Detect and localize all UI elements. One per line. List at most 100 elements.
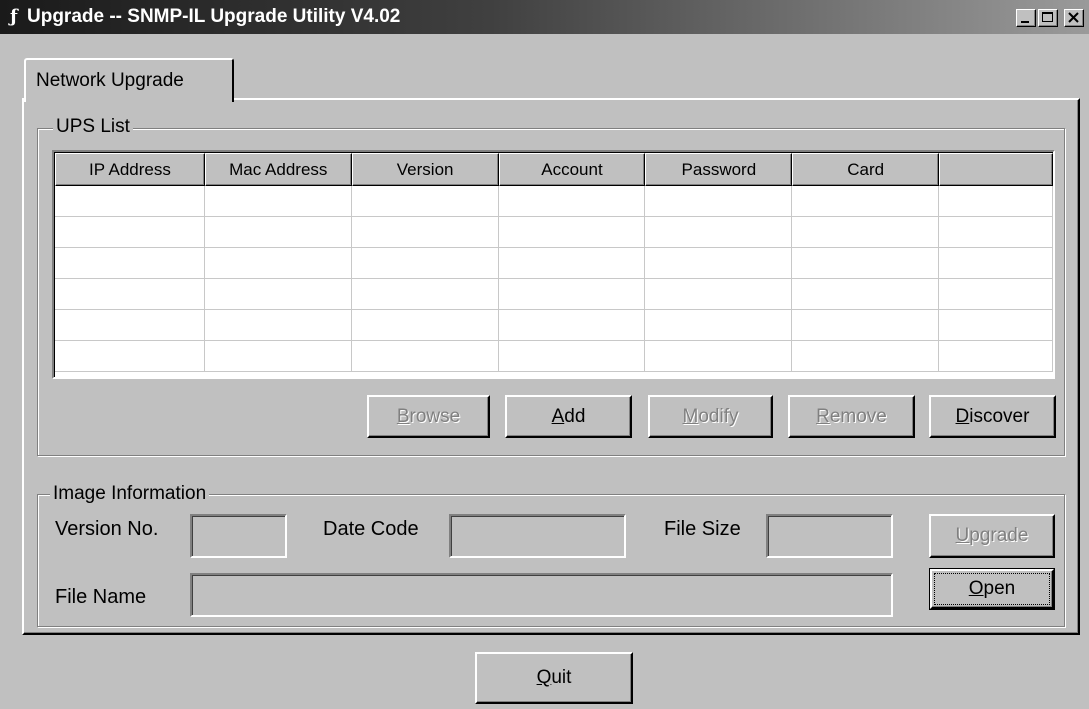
table-row[interactable]	[55, 217, 1053, 248]
table-cell	[204, 217, 352, 248]
window-title: Upgrade -- SNMP-IL Upgrade Utility V4.02	[27, 6, 401, 27]
discover-button[interactable]: Discover	[929, 395, 1056, 438]
table-cell	[645, 186, 793, 217]
table-cell	[645, 341, 793, 372]
table-cell	[939, 186, 1053, 217]
column-header-extra[interactable]	[939, 153, 1053, 186]
button-mnemonic: M	[682, 405, 699, 427]
table-cell	[351, 279, 499, 310]
table-cell	[498, 186, 646, 217]
table-cell	[792, 186, 940, 217]
close-icon[interactable]	[1064, 9, 1084, 27]
button-label: dd	[564, 405, 586, 427]
table-row[interactable]	[55, 279, 1053, 310]
button-label: iscover	[969, 405, 1030, 427]
list-body	[55, 186, 1053, 377]
table-cell	[645, 217, 793, 248]
table-cell	[55, 310, 205, 341]
table-cell	[204, 248, 352, 279]
table-cell	[55, 186, 205, 217]
column-header-card[interactable]: Card	[792, 153, 940, 186]
table-cell	[204, 186, 352, 217]
button-label: odify	[698, 405, 739, 427]
table-cell	[645, 279, 793, 310]
add-button[interactable]: Add	[505, 395, 632, 438]
table-row[interactable]	[55, 186, 1053, 217]
table-cell	[351, 341, 499, 372]
button-label: uit	[551, 667, 572, 688]
open-button[interactable]: Open	[929, 568, 1055, 610]
button-mnemonic: D	[955, 405, 970, 427]
table-row[interactable]	[55, 248, 1053, 279]
table-cell	[498, 341, 646, 372]
button-label: pen	[983, 578, 1016, 599]
column-header-mac-address[interactable]: Mac Address	[204, 153, 352, 186]
table-cell	[55, 341, 205, 372]
table-cell	[498, 217, 646, 248]
table-cell	[351, 217, 499, 248]
date-code-label: Date Code	[323, 518, 419, 540]
date-code-field[interactable]	[449, 514, 626, 558]
table-cell	[645, 248, 793, 279]
list-header: IP Address Mac Address Version Account P…	[55, 153, 1053, 186]
maximize-icon[interactable]	[1038, 9, 1058, 27]
table-cell	[939, 279, 1053, 310]
table-cell	[939, 217, 1053, 248]
table-cell	[792, 341, 940, 372]
title-bar[interactable]: ƒ Upgrade -- SNMP-IL Upgrade Utility V4.…	[0, 0, 1089, 34]
column-header-ip-address[interactable]: IP Address	[55, 153, 205, 186]
remove-button[interactable]: Remove	[788, 395, 915, 438]
button-mnemonic: B	[396, 405, 410, 427]
table-cell	[351, 310, 499, 341]
table-cell	[55, 279, 205, 310]
column-header-version[interactable]: Version	[351, 153, 499, 186]
file-size-label: File Size	[664, 518, 741, 540]
table-cell	[351, 248, 499, 279]
table-cell	[204, 341, 352, 372]
table-cell	[939, 310, 1053, 341]
button-mnemonic: R	[816, 405, 830, 427]
table-cell	[204, 279, 352, 310]
table-cell	[55, 217, 205, 248]
button-mnemonic: U	[955, 525, 970, 546]
table-cell	[792, 310, 940, 341]
table-cell	[204, 310, 352, 341]
column-header-password[interactable]: Password	[645, 153, 793, 186]
table-cell	[939, 248, 1053, 279]
image-info-label: Image Information	[50, 483, 210, 505]
file-size-field[interactable]	[766, 514, 893, 558]
button-mnemonic: A	[551, 405, 565, 427]
table-cell	[792, 217, 940, 248]
tab-label: Network Upgrade	[36, 70, 184, 91]
table-cell	[645, 310, 793, 341]
table-cell	[498, 279, 646, 310]
file-name-label: File Name	[55, 586, 147, 608]
quit-button[interactable]: Quit	[475, 652, 633, 704]
button-label: rowse	[409, 405, 461, 427]
browse-button[interactable]: Browse	[367, 395, 490, 438]
ups-list-view[interactable]: IP Address Mac Address Version Account P…	[52, 150, 1055, 379]
table-cell	[792, 248, 940, 279]
app-icon[interactable]: ƒ	[10, 7, 24, 27]
version-field[interactable]	[190, 514, 287, 558]
table-row[interactable]	[55, 341, 1053, 372]
modify-button[interactable]: Modify	[648, 395, 773, 438]
column-header-account[interactable]: Account	[498, 153, 646, 186]
version-label: Version No.	[55, 518, 159, 540]
table-cell	[792, 279, 940, 310]
table-row[interactable]	[55, 310, 1053, 341]
button-label: emove	[829, 405, 887, 427]
tab-network-upgrade[interactable]: Network Upgrade	[24, 58, 234, 102]
table-cell	[939, 341, 1053, 372]
button-mnemonic: Q	[536, 667, 552, 688]
button-mnemonic: O	[968, 578, 984, 599]
file-name-field[interactable]	[190, 573, 893, 617]
table-cell	[55, 248, 205, 279]
upgrade-button[interactable]: Upgrade	[929, 514, 1055, 558]
minimize-icon[interactable]	[1016, 9, 1036, 27]
ups-list-label: UPS List	[53, 116, 133, 138]
table-cell	[351, 186, 499, 217]
table-cell	[498, 248, 646, 279]
table-cell	[498, 310, 646, 341]
button-label: pgrade	[969, 525, 1029, 546]
